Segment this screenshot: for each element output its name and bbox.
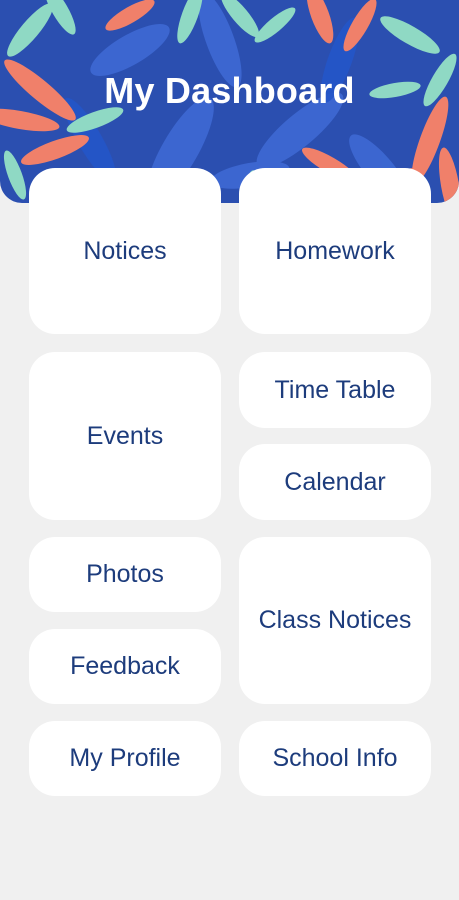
page-title: My Dashboard [104, 70, 355, 111]
tile-photos[interactable]: Photos [29, 537, 221, 612]
tile-my-profile-label: My Profile [69, 744, 181, 772]
tile-feedback[interactable]: Feedback [29, 629, 221, 704]
tile-school-info-label: School Info [272, 744, 398, 772]
tile-feedback-label: Feedback [70, 652, 180, 680]
tile-calendar-label: Calendar [284, 467, 386, 496]
tile-time-table-label: Time Table [274, 375, 396, 404]
tile-school-info[interactable]: School Info [239, 721, 431, 796]
tile-calendar[interactable]: Calendar [239, 444, 431, 520]
tile-time-table[interactable]: Time Table [239, 352, 431, 428]
tile-class-notices[interactable]: Class Notices [239, 537, 431, 704]
tile-events[interactable]: Events [29, 352, 221, 520]
tile-notices-label: Notices [83, 236, 167, 265]
tile-class-notices-label: Class Notices [258, 606, 412, 634]
tile-events-label: Events [86, 421, 164, 450]
tile-my-profile[interactable]: My Profile [29, 721, 221, 796]
tile-homework-label: Homework [275, 236, 395, 265]
tile-notices[interactable]: Notices [29, 168, 221, 334]
tile-homework[interactable]: Homework [239, 168, 431, 334]
tile-photos-label: Photos [86, 560, 164, 588]
